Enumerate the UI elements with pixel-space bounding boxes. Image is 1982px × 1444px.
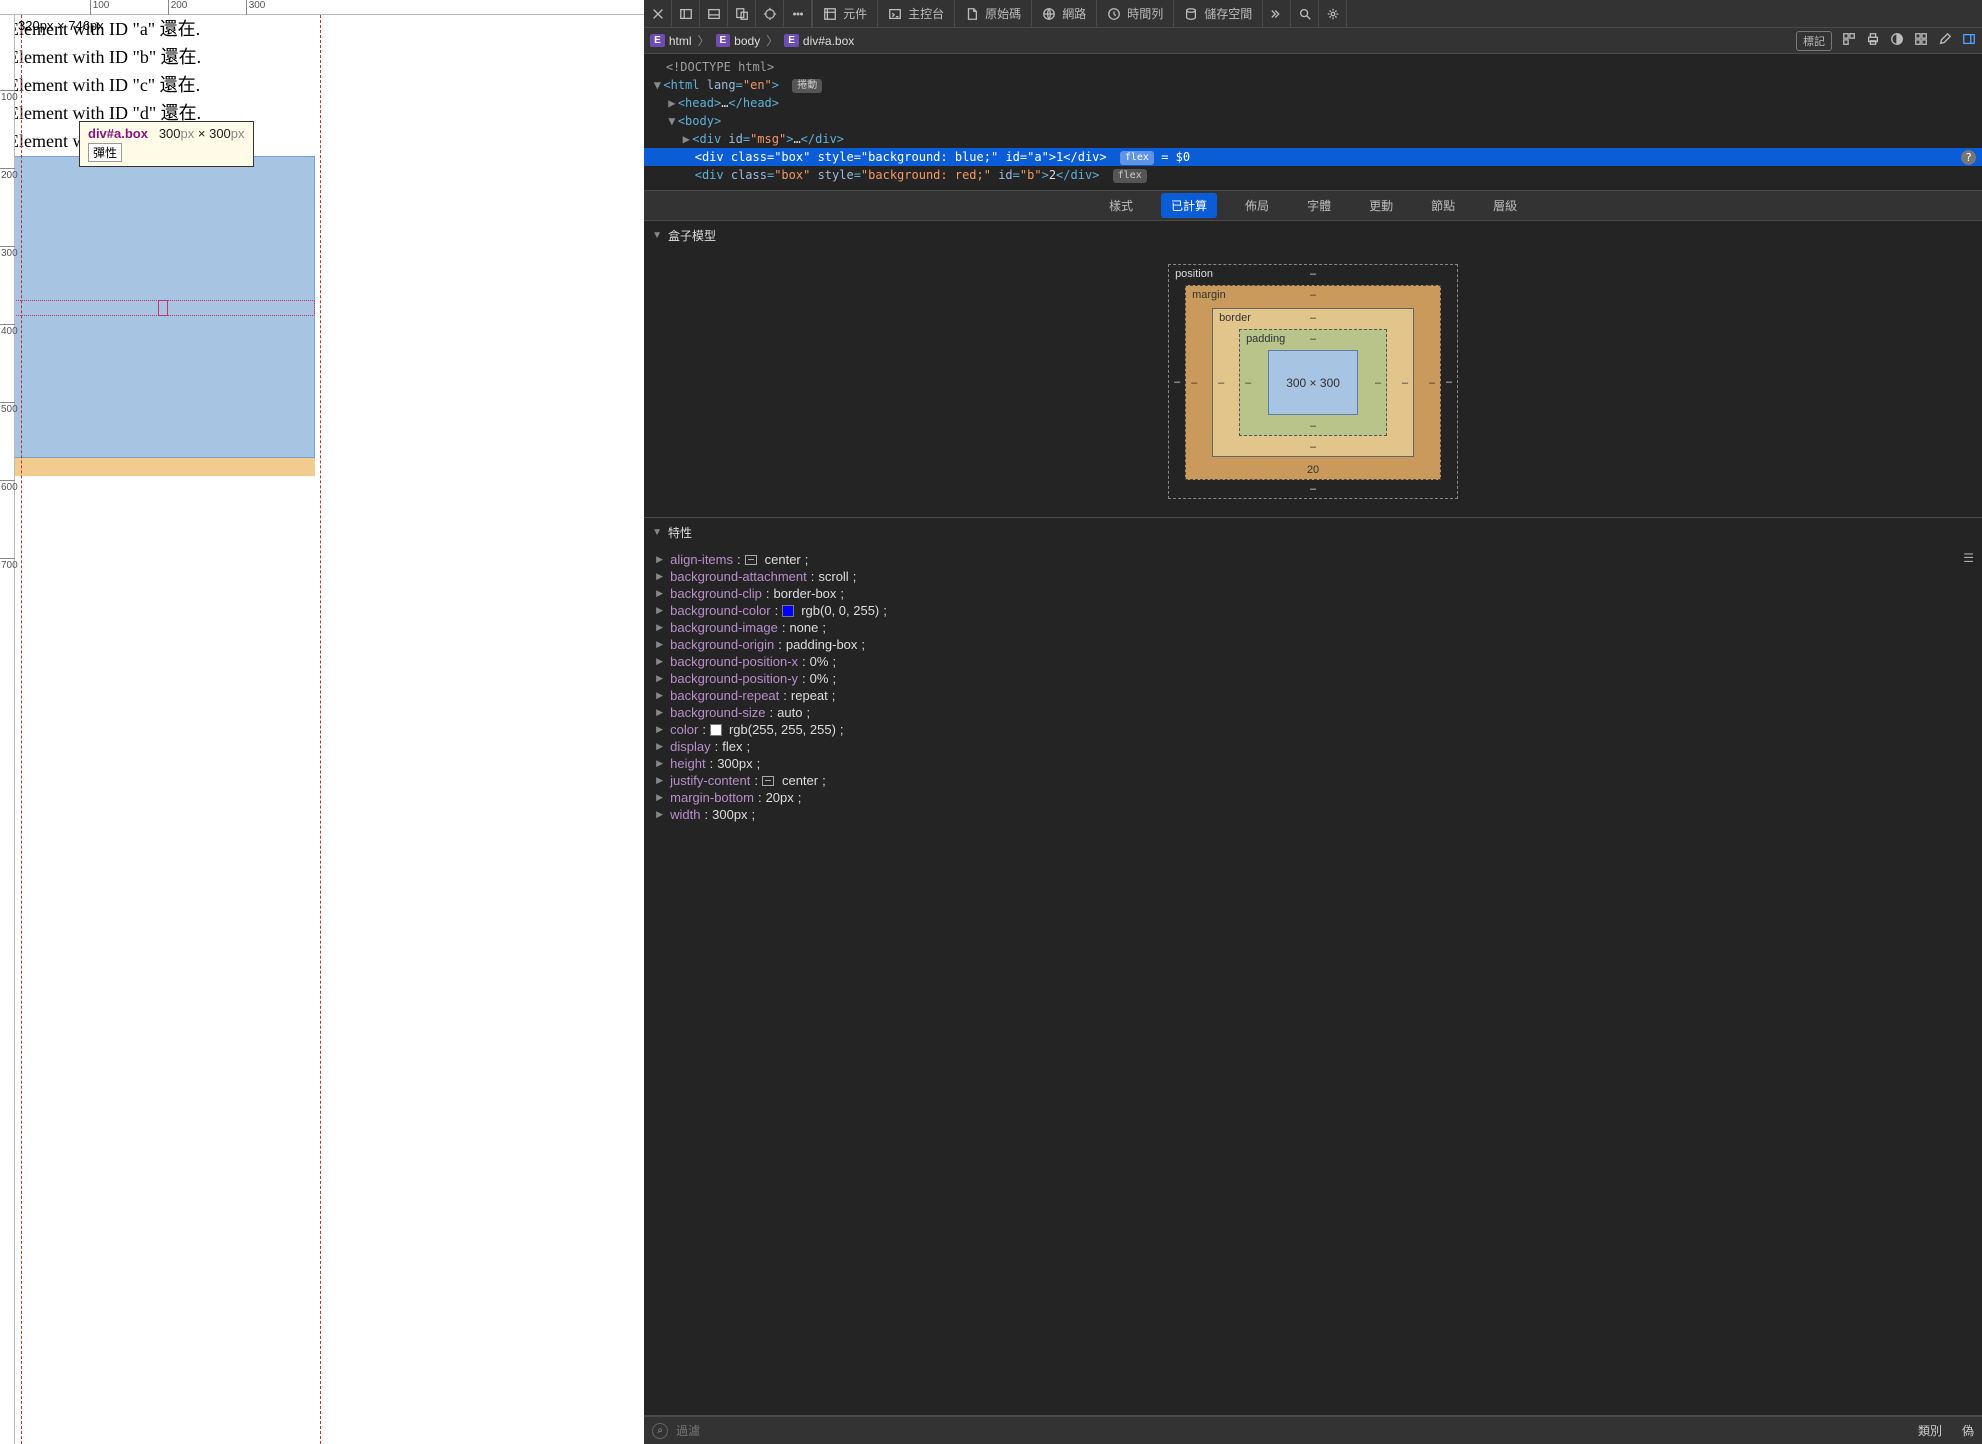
dom-row-selected[interactable]: <div class="box" style="background: blue…: [644, 148, 1982, 166]
property-row[interactable]: ▶align-items: center;: [644, 551, 1982, 568]
box-model-diagram[interactable]: position ‒ ‒ ‒ ‒ margin ‒ 20 ‒ ‒ border …: [644, 250, 1982, 517]
tooltip-width: 300: [159, 126, 181, 141]
dom-tree[interactable]: <!DOCTYPE html> ▼<html lang="en"> 捲動 ▶<h…: [644, 54, 1982, 191]
property-row[interactable]: ▶display: flex;: [644, 738, 1982, 755]
tooltip-flex-badge: 彈性: [88, 143, 122, 162]
property-row[interactable]: ▶background-image: none;: [644, 619, 1982, 636]
filter-bar: ⌕ 類別 偽: [644, 1416, 1982, 1444]
viewport-size-badge: 320px × 746px: [18, 18, 104, 33]
filter-input[interactable]: [676, 1424, 1910, 1438]
sidebar-toggle-icon[interactable]: [1962, 32, 1976, 49]
property-row[interactable]: ▶color: rgb(255, 255, 255);: [644, 721, 1982, 738]
group-label[interactable]: 類別: [1918, 1422, 1942, 1439]
ruler-horizontal: 100200300: [0, 0, 644, 15]
page-preview[interactable]: 100200300 100200300400500600700 320px × …: [0, 0, 644, 1444]
box-model-content[interactable]: 300 × 300: [1268, 350, 1358, 415]
flex-item-outline: [158, 300, 168, 316]
section-properties[interactable]: ▼特性: [644, 518, 1982, 547]
subtab-changes[interactable]: 更動: [1359, 193, 1403, 218]
property-row[interactable]: ▶background-origin: padding-box;: [644, 636, 1982, 653]
more-icon[interactable]: [784, 0, 812, 28]
tab-sources[interactable]: 原始碼: [955, 0, 1032, 28]
pick-element-icon[interactable]: [756, 0, 784, 28]
property-row[interactable]: ▶height: 300px;: [644, 755, 1982, 772]
search-icon[interactable]: [1291, 0, 1319, 28]
close-icon[interactable]: [644, 0, 672, 28]
help-icon[interactable]: ?: [1961, 150, 1976, 165]
crumb-body[interactable]: Ebody: [716, 34, 761, 48]
styles-subtabs: 樣式 已計算 佈局 字體 更動 節點 層級: [644, 191, 1982, 221]
tooltip-height: 300: [209, 126, 231, 141]
scroll-pill[interactable]: 捲動: [792, 79, 822, 93]
tab-elements[interactable]: 元件: [813, 0, 878, 28]
subtab-styles[interactable]: 樣式: [1099, 193, 1143, 218]
expand-icon[interactable]: ▶: [666, 94, 678, 112]
overflow-icon[interactable]: [1263, 0, 1291, 28]
tab-storage[interactable]: 儲存空間: [1174, 0, 1263, 28]
element-tooltip: div#a.box 300px × 300px 彈性: [79, 121, 254, 167]
subtab-nodes[interactable]: 節點: [1421, 193, 1465, 218]
flex-pill[interactable]: flex: [1113, 169, 1147, 183]
expand-icon[interactable]: ▼: [651, 76, 663, 94]
property-row[interactable]: ▶background-attachment: scroll;: [644, 568, 1982, 585]
contrast-icon[interactable]: [1890, 32, 1904, 49]
responsive-icon[interactable]: [728, 0, 756, 28]
property-row[interactable]: ▶background-position-y: 0%;: [644, 670, 1982, 687]
tooltip-selector: div#a.box: [88, 126, 148, 141]
crumb-selected[interactable]: Ediv#a.box: [784, 34, 854, 48]
subtab-layout[interactable]: 佈局: [1235, 193, 1279, 218]
property-row[interactable]: ▶background-size: auto;: [644, 704, 1982, 721]
tab-network[interactable]: 網路: [1032, 0, 1097, 28]
subtab-computed[interactable]: 已計算: [1161, 193, 1217, 218]
property-row[interactable]: ▶background-clip: border-box;: [644, 585, 1982, 602]
computed-properties[interactable]: ☰ ▶align-items: center;▶background-attac…: [644, 547, 1982, 1415]
print-icon[interactable]: [1866, 32, 1880, 49]
pseudo-label[interactable]: 偽: [1962, 1422, 1974, 1439]
layout-tree-icon[interactable]: [1842, 32, 1856, 49]
guide-line: [21, 0, 22, 1444]
ruler-vertical: 100200300400500600700: [0, 0, 15, 1444]
guide-line: [320, 0, 321, 1444]
property-row[interactable]: ▶background-repeat: repeat;: [644, 687, 1982, 704]
expand-icon[interactable]: ▶: [680, 130, 692, 148]
property-row[interactable]: ▶background-color: rgb(0, 0, 255);: [644, 602, 1982, 619]
section-box-model[interactable]: ▼盒子模型: [644, 221, 1982, 250]
subtab-fonts[interactable]: 字體: [1297, 193, 1341, 218]
filter-icon[interactable]: ⌕: [652, 1423, 668, 1439]
crumb-html[interactable]: Ehtml: [650, 34, 691, 48]
dock-left-icon[interactable]: [672, 0, 700, 28]
devtools-panel: 元件 主控台 原始碼 網路 時間列 儲存空間 Ehtml 〉 Ebody 〉 E…: [644, 0, 1982, 1444]
dock-bottom-icon[interactable]: [700, 0, 728, 28]
property-row[interactable]: ▶justify-content: center;: [644, 772, 1982, 789]
dom-row[interactable]: <div class="box" style="background: red;…: [644, 166, 1982, 184]
property-row[interactable]: ▶background-position-x: 0%;: [644, 653, 1982, 670]
expand-icon[interactable]: ▼: [666, 112, 678, 130]
settings-icon[interactable]: [1319, 0, 1347, 28]
property-row[interactable]: ▶width: 300px;: [644, 806, 1982, 823]
breadcrumb: Ehtml 〉 Ebody 〉 Ediv#a.box 標記: [644, 28, 1982, 54]
property-row[interactable]: ▶margin-bottom: 20px;: [644, 789, 1982, 806]
devtools-toolbar: 元件 主控台 原始碼 網路 時間列 儲存空間: [644, 0, 1982, 28]
flex-pill[interactable]: flex: [1120, 151, 1154, 165]
tab-timeline[interactable]: 時間列: [1097, 0, 1174, 28]
edit-icon[interactable]: [1938, 32, 1952, 49]
marker-button[interactable]: 標記: [1796, 31, 1832, 51]
grid-icon[interactable]: [1914, 32, 1928, 49]
tab-console[interactable]: 主控台: [878, 0, 955, 28]
subtab-layers[interactable]: 層級: [1483, 193, 1527, 218]
